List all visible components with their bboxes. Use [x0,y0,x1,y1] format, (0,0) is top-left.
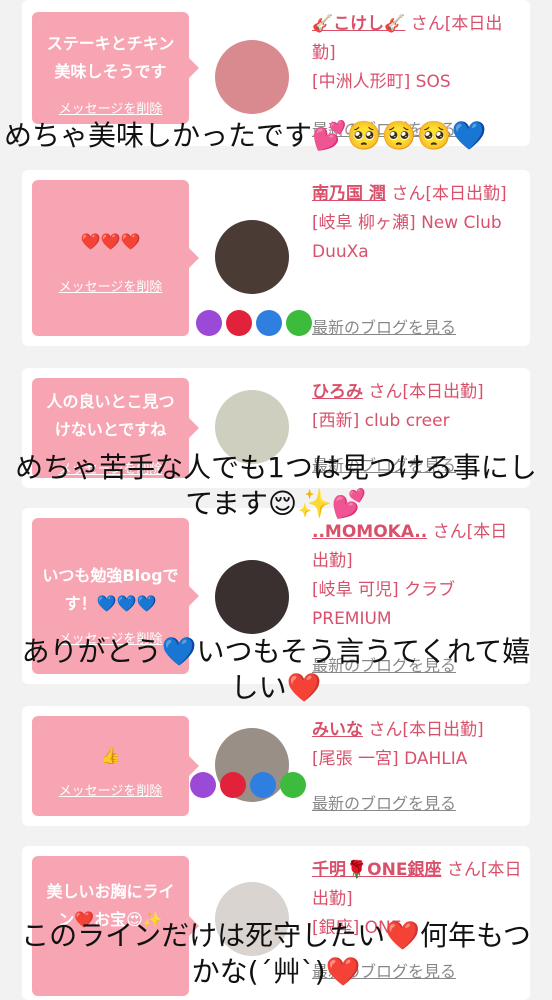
cast-info: 南乃国 潤 さん[本日出勤] [岐阜 柳ヶ瀬] New Club DuuXa [312,180,522,267]
message-text: 人の良いとこ見つけないとですね [46,392,175,439]
cast-suffix: さん[本日出勤] [391,184,507,204]
green-heart-icon [286,310,312,336]
message-card: 👍 メッセージを削除 みいな さん[本日出勤] [尾張 一宮] DAHLIA 最… [22,706,530,826]
delete-message-link[interactable]: メッセージを削除 [32,276,189,295]
cast-suffix: さん[本日出勤] [368,382,484,402]
delete-message-link[interactable]: メッセージを削除 [32,98,189,117]
store-label: [西新] club creer [312,411,450,431]
cast-info: ひろみ さん[本日出勤] [西新] club creer [312,378,522,436]
caption-text: めちゃ美味しかったです💕🥺🥺🥺💙 [4,119,487,152]
cast-info: 🎸こけし🎸 さん[本日出勤] [中洲人形町] SOS [312,10,522,97]
delete-message-link[interactable]: メッセージを削除 [32,780,189,799]
cast-name-link[interactable]: ..MOMOKA.. [312,522,427,542]
caption-text: めちゃ苦手な人でも1つは見つける事にしてます😌✨💕 [15,451,537,520]
hearts-sticker [188,772,308,798]
store-label: [岐阜 柳ヶ瀬] New Club DuuXa [312,213,502,262]
blog-link[interactable]: 最新のブログを見る [312,790,456,814]
store-label: [尾張 一宮] DAHLIA [312,749,468,769]
avatar[interactable] [215,220,289,294]
cast-suffix: さん[本日出勤] [368,720,484,740]
avatar[interactable] [215,40,289,114]
cast-info: ..MOMOKA.. さん[本日出勤] [岐阜 可児] クラブ PREMIUM [312,518,522,634]
blog-link[interactable]: 最新のブログを見る [312,314,456,338]
message-text: ステーキとチキン美味しそうです [46,34,175,81]
cast-info: みいな さん[本日出勤] [尾張 一宮] DAHLIA [312,716,522,774]
avatar[interactable] [215,560,289,634]
message-text: いつも勉強Blogです！💙💙💙 [42,566,179,613]
cast-name-link[interactable]: 千明🌹ONE銀座 [312,860,441,880]
caption-text: このラインだけは死守したい❤️何年もつかな(´艸`)❤️ [21,919,531,988]
message-bubble: ステーキとチキン美味しそうです メッセージを削除 [32,12,199,124]
store-label: [岐阜 可児] クラブ PREMIUM [312,580,456,629]
message-bubble: 👍 メッセージを削除 [32,716,199,816]
blue-heart-icon [250,772,276,798]
store-label: [中洲人形町] SOS [312,72,451,92]
hearts-sticker [194,310,314,336]
cast-name-link[interactable]: みいな [312,720,363,740]
cast-name-link[interactable]: 南乃国 潤 [312,184,386,204]
blue-heart-icon [256,310,282,336]
message-bubble: ❤️❤️❤️ メッセージを削除 [32,180,199,336]
message-text: 👍 [100,746,121,765]
purple-heart-icon [196,310,222,336]
red-heart-icon [220,772,246,798]
message-text: ❤️❤️❤️ [80,232,141,251]
green-heart-icon [280,772,306,798]
cast-name-link[interactable]: ひろみ [312,382,363,402]
message-card: ❤️❤️❤️ メッセージを削除 南乃国 潤 さん[本日出勤] [岐阜 柳ヶ瀬] … [22,170,530,346]
cast-name-link[interactable]: 🎸こけし🎸 [312,14,405,34]
caption-text: ありがとう💙いつもそう言うてくれて嬉しい❤️ [21,635,531,704]
purple-heart-icon [190,772,216,798]
red-heart-icon [226,310,252,336]
